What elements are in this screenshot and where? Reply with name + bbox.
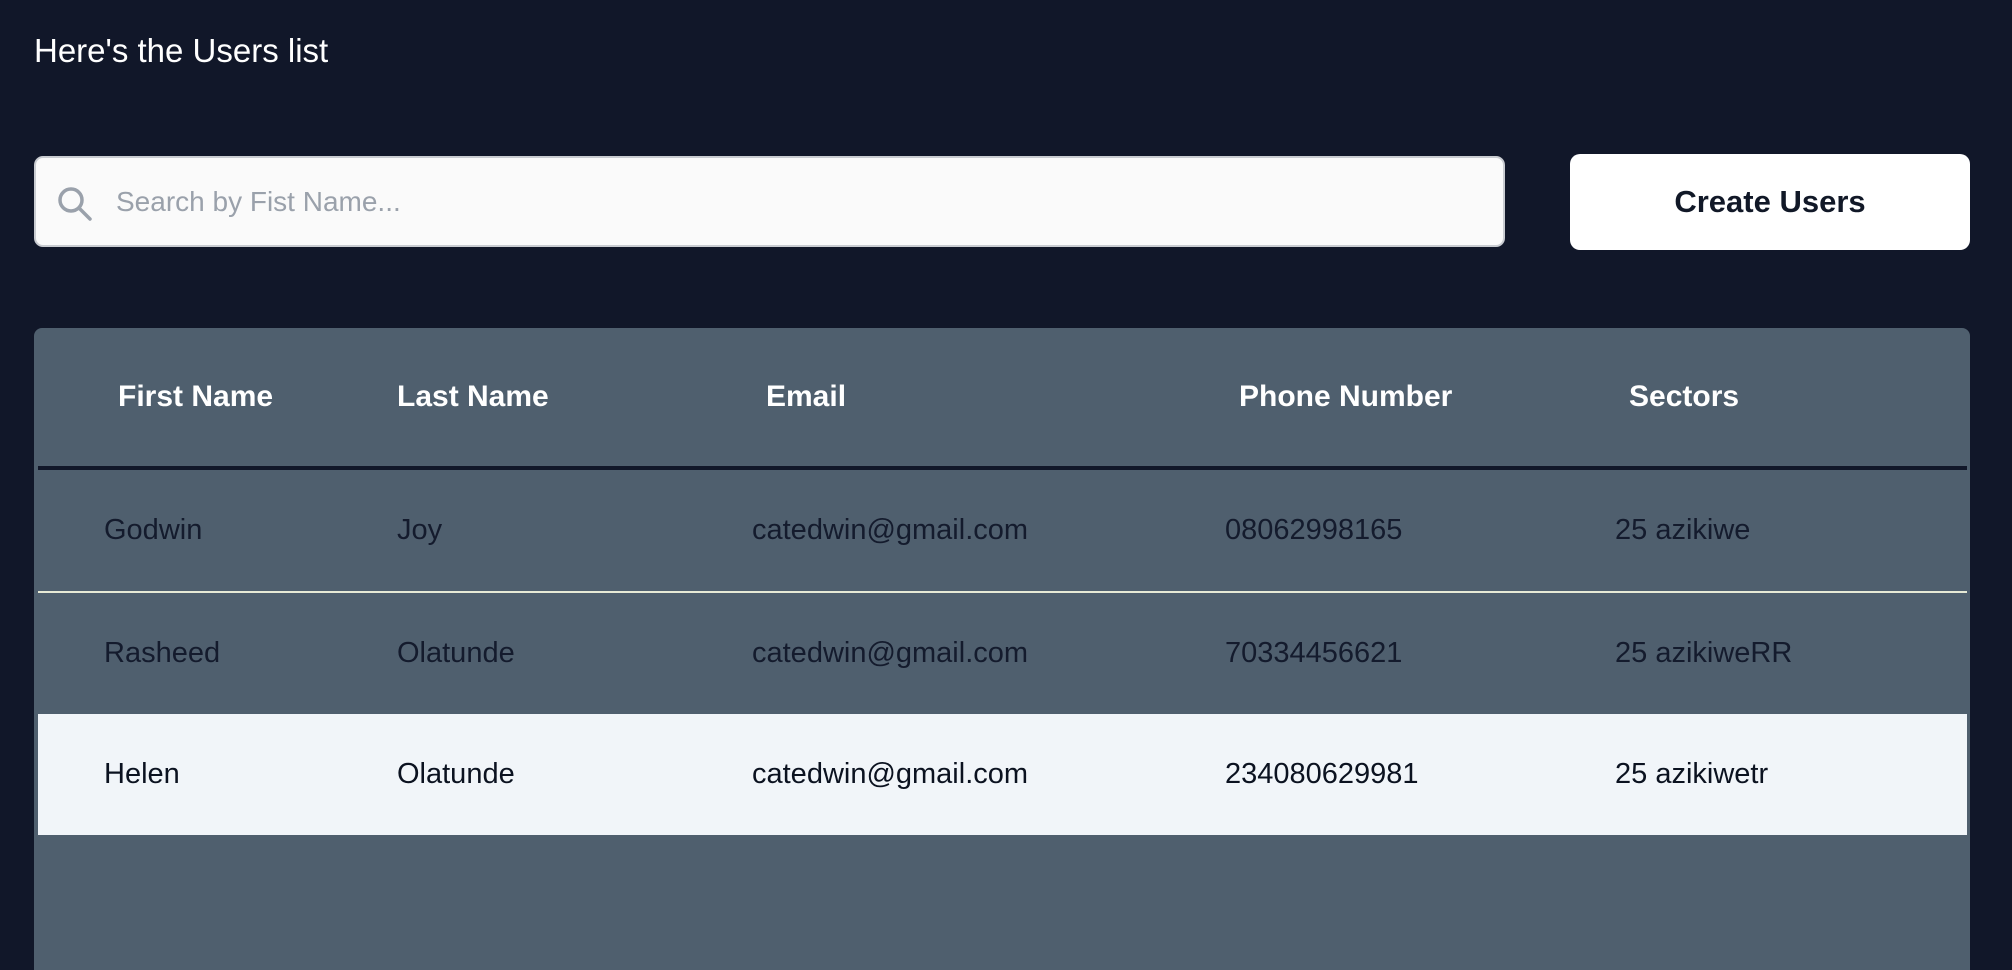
- cell-phone-number: 08062998165: [1225, 468, 1615, 593]
- cell-phone-number: 234080629981: [1225, 714, 1615, 835]
- cell-text: catedwin@gmail.com: [752, 758, 1029, 790]
- cell-phone-number: 70334456621: [1225, 592, 1615, 714]
- table-row[interactable]: Rasheed Olatunde catedwin@gmail.com 7033…: [38, 592, 1967, 714]
- create-users-button[interactable]: Create Users: [1570, 154, 1970, 250]
- cell-text: 25 azikiweRR: [1615, 637, 1793, 669]
- cell-text: 08062998165: [1225, 514, 1403, 546]
- cell-last-name: Joy: [397, 468, 752, 593]
- cell-text: Godwin: [104, 514, 203, 546]
- cell-text: 70334456621: [1225, 637, 1403, 669]
- cell-text: Olatunde: [397, 637, 515, 669]
- cell-first-name: Rasheed: [38, 592, 397, 714]
- page-title: Here's the Users list: [34, 32, 329, 69]
- cell-text: Helen: [104, 758, 180, 790]
- search-bar[interactable]: [34, 156, 1505, 247]
- cell-sector: 25 azikiweRR: [1615, 592, 1967, 714]
- column-header-label: Sectors: [1629, 380, 1740, 413]
- column-header-email[interactable]: Email: [752, 328, 1225, 470]
- column-header-phone-number[interactable]: Phone Number: [1225, 328, 1615, 470]
- column-header-label: Phone Number: [1239, 380, 1453, 413]
- table-row-highlighted[interactable]: Helen Olatunde catedwin@gmail.com 234080…: [38, 714, 1967, 835]
- cell-email: catedwin@gmail.com: [752, 468, 1225, 593]
- column-header-label: Last Name: [397, 380, 549, 413]
- column-header-sectors[interactable]: Sectors: [1615, 328, 1967, 470]
- cell-sector: 25 azikiwetr: [1615, 714, 1967, 835]
- cell-sector: 25 azikiwe: [1615, 468, 1967, 593]
- cell-text: catedwin@gmail.com: [752, 514, 1029, 546]
- cell-email: catedwin@gmail.com: [752, 592, 1225, 714]
- cell-text: catedwin@gmail.com: [752, 637, 1029, 669]
- column-header-last-name[interactable]: Last Name: [397, 328, 752, 470]
- cell-text: Joy: [397, 514, 443, 546]
- cell-email: catedwin@gmail.com: [752, 714, 1225, 835]
- cell-last-name: Olatunde: [397, 592, 752, 714]
- cell-first-name: Helen: [38, 714, 397, 835]
- cell-last-name: Olatunde: [397, 714, 752, 835]
- search-input[interactable]: [116, 158, 1476, 245]
- column-header-label: First Name: [118, 380, 274, 413]
- cell-first-name: Godwin: [38, 468, 397, 593]
- users-table-panel: First Name Last Name Email Phone Number …: [34, 328, 1970, 970]
- table-row[interactable]: Godwin Joy catedwin@gmail.com 0806299816…: [38, 468, 1967, 593]
- cell-text: 234080629981: [1225, 758, 1419, 790]
- cell-text: Rasheed: [104, 637, 221, 669]
- table-header-row: First Name Last Name Email Phone Number …: [38, 328, 1967, 470]
- column-header-label: Email: [766, 380, 847, 413]
- column-header-first-name[interactable]: First Name: [38, 328, 397, 470]
- search-icon: [56, 185, 94, 223]
- cell-text: 25 azikiwe: [1615, 514, 1751, 546]
- users-table: First Name Last Name Email Phone Number …: [38, 328, 1967, 835]
- cell-text: 25 azikiwetr: [1615, 758, 1769, 790]
- cell-text: Olatunde: [397, 758, 515, 790]
